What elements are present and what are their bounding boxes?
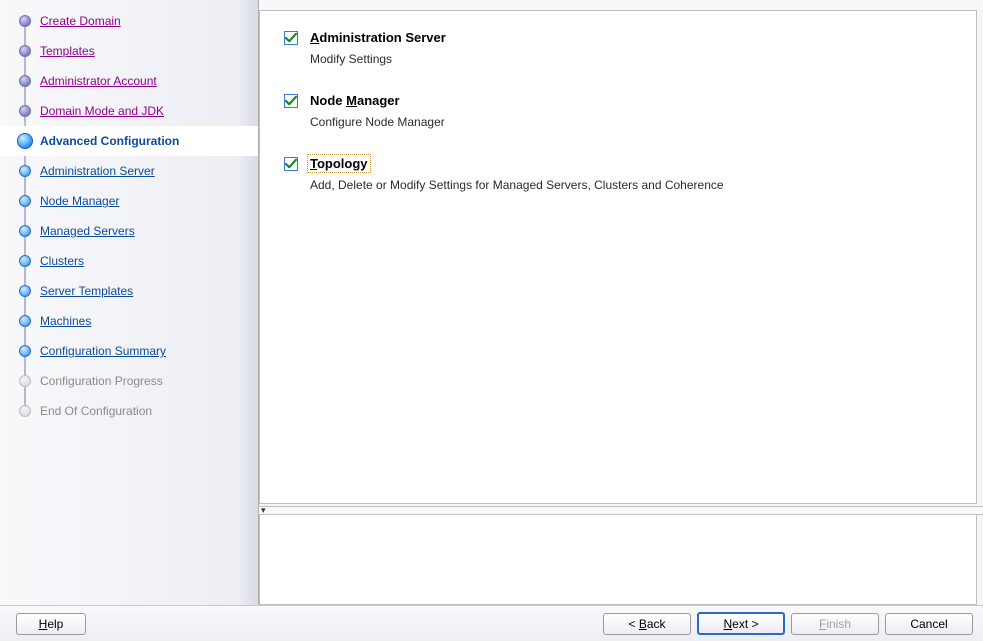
splitter-arrow-icon: ▾ (261, 507, 266, 514)
sidebar-item-label: Machines (40, 314, 91, 328)
sidebar-item-label: Configuration Summary (40, 344, 166, 358)
sidebar-item-administrator-account[interactable]: Administrator Account (0, 66, 258, 96)
sidebar-item-configuration-summary[interactable]: Configuration Summary (0, 336, 258, 366)
wizard-step-bullet-icon (19, 345, 31, 357)
sidebar-item-label: Managed Servers (40, 224, 135, 238)
sidebar-item-label: Administration Server (40, 164, 155, 178)
wizard-step-bullet-icon (19, 315, 31, 327)
sidebar-item-node-manager[interactable]: Node Manager (0, 186, 258, 216)
cancel-button[interactable]: Cancel (885, 613, 973, 635)
checkmark-icon (285, 95, 297, 107)
option-node-manager-title: Node Manager (308, 92, 402, 109)
wizard-button-bar: Help < Back Next > Finish Cancel (0, 605, 983, 641)
option-node-manager-desc: Configure Node Manager (310, 115, 952, 129)
checkbox-administration-server[interactable] (284, 31, 298, 45)
option-administration-server: Administration Server Modify Settings (284, 29, 952, 66)
option-topology: Topology Add, Delete or Modify Settings … (284, 155, 952, 192)
option-administration-server-desc: Modify Settings (310, 52, 952, 66)
option-topology-title: Topology (308, 155, 370, 172)
wizard-step-bullet-icon (19, 195, 31, 207)
wizard-step-bullet-icon (19, 105, 31, 117)
wizard-step-bullet-icon (19, 225, 31, 237)
pane-splitter[interactable]: ▾ (259, 506, 983, 515)
sidebar-item-templates[interactable]: Templates (0, 36, 258, 66)
option-node-manager: Node Manager Configure Node Manager (284, 92, 952, 129)
checkmark-icon (285, 158, 297, 170)
wizard-step-bullet-icon (19, 375, 31, 387)
checkbox-node-manager[interactable] (284, 94, 298, 108)
sidebar-item-label: Clusters (40, 254, 84, 268)
wizard-step-bullet-icon (19, 255, 31, 267)
wizard-step-bullet-icon (19, 405, 31, 417)
sidebar-item-label: Node Manager (40, 194, 119, 208)
content-top-spacer (259, 0, 983, 10)
checkbox-topology[interactable] (284, 157, 298, 171)
sidebar-item-label: Configuration Progress (40, 374, 163, 388)
option-administration-server-title: Administration Server (308, 29, 448, 46)
sidebar-item-managed-servers[interactable]: Managed Servers (0, 216, 258, 246)
checkmark-icon (285, 32, 297, 44)
back-button[interactable]: < Back (603, 613, 691, 635)
sidebar-item-label: Advanced Configuration (40, 134, 179, 148)
help-button[interactable]: Help (16, 613, 86, 635)
sidebar-item-label: Create Domain (40, 14, 121, 28)
sidebar-item-label: Administrator Account (40, 74, 157, 88)
wizard-step-bullet-icon (19, 75, 31, 87)
sidebar-item-create-domain[interactable]: Create Domain (0, 6, 258, 36)
message-panel (259, 515, 977, 605)
sidebar-item-advanced-configuration[interactable]: Advanced Configuration (0, 126, 258, 156)
sidebar-item-label: Domain Mode and JDK (40, 104, 164, 118)
sidebar-item-configuration-progress: Configuration Progress (0, 366, 258, 396)
sidebar-item-label: Templates (40, 44, 95, 58)
sidebar-item-label: Server Templates (40, 284, 133, 298)
wizard-step-bullet-icon (19, 285, 31, 297)
option-node-manager-head[interactable]: Node Manager (284, 92, 952, 109)
option-topology-desc: Add, Delete or Modify Settings for Manag… (310, 178, 952, 192)
sidebar-item-domain-mode-and-jdk[interactable]: Domain Mode and JDK (0, 96, 258, 126)
advanced-configuration-panel: Administration Server Modify Settings No… (259, 10, 977, 504)
option-administration-server-head[interactable]: Administration Server (284, 29, 952, 46)
sidebar-item-administration-server[interactable]: Administration Server (0, 156, 258, 186)
wizard-step-bullet-icon (17, 133, 33, 149)
content-area: Administration Server Modify Settings No… (258, 0, 983, 605)
option-topology-head[interactable]: Topology (284, 155, 952, 172)
wizard-step-list: Create Domain Templates Administrator Acco… (0, 6, 258, 426)
sidebar-item-clusters[interactable]: Clusters (0, 246, 258, 276)
wizard-step-bullet-icon (19, 165, 31, 177)
sidebar-item-server-templates[interactable]: Server Templates (0, 276, 258, 306)
sidebar-item-end-of-configuration: End Of Configuration (0, 396, 258, 426)
next-button[interactable]: Next > (697, 612, 785, 635)
wizard-step-bullet-icon (19, 15, 31, 27)
wizard-step-bullet-icon (19, 45, 31, 57)
wizard-sidebar: Create Domain Templates Administrator Acco… (0, 0, 258, 605)
finish-button: Finish (791, 613, 879, 635)
sidebar-item-label: End Of Configuration (40, 404, 152, 418)
sidebar-item-machines[interactable]: Machines (0, 306, 258, 336)
main-container: Create Domain Templates Administrator Acco… (0, 0, 983, 605)
